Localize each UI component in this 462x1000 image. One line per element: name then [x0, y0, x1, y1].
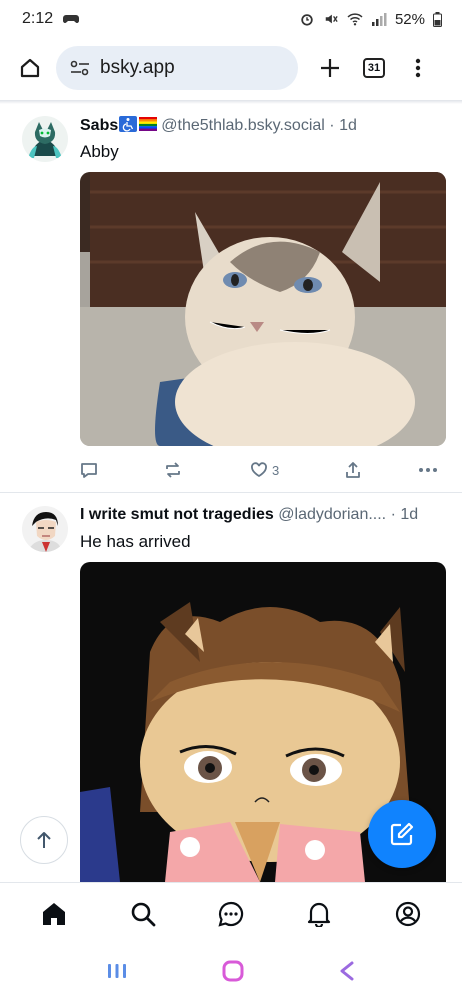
repost-icon: [166, 462, 180, 478]
recent-apps-icon: [108, 963, 127, 978]
share-icon: [346, 462, 360, 478]
post-time[interactable]: · 1d: [391, 506, 419, 523]
nav-chat[interactable]: [206, 889, 256, 939]
back-icon: [340, 961, 354, 980]
browser-toolbar: bsky.app 31: [0, 40, 462, 96]
nav-notifications[interactable]: [294, 889, 344, 939]
system-navigation: [0, 946, 462, 1000]
bell-icon: [308, 902, 331, 927]
reply-button[interactable]: [80, 458, 98, 482]
chat-icon: [218, 901, 244, 927]
scroll-to-top-button[interactable]: [20, 816, 68, 864]
cat-photo: [80, 172, 446, 446]
post-text: Abby: [80, 142, 119, 161]
display-name[interactable]: I write smut not tragedies: [80, 506, 274, 523]
status-left: 2:12: [22, 10, 80, 28]
kebab-menu-icon: [415, 58, 421, 78]
avatar-image: [22, 506, 68, 552]
address-bar[interactable]: bsky.app: [56, 46, 298, 90]
pride-flag-emoji-icon: [139, 117, 158, 131]
like-count: 3: [272, 462, 280, 478]
alarm-icon: [301, 14, 313, 26]
like-button[interactable]: 3: [250, 458, 279, 482]
toolbar-divider: [0, 100, 462, 104]
more-icon: [419, 468, 437, 472]
recent-apps-button[interactable]: [107, 961, 127, 986]
game-controller-icon: [63, 15, 80, 23]
compose-post-button[interactable]: [368, 800, 436, 868]
home-icon: [43, 902, 66, 925]
arrow-up-icon: [37, 832, 51, 848]
battery-icon: [433, 11, 442, 27]
nav-profile[interactable]: [383, 889, 433, 939]
profile-icon: [395, 901, 420, 926]
plus-icon: [321, 59, 339, 77]
accessibility-emoji-icon: [119, 116, 138, 132]
feed-post[interactable]: Sabs @the5thlab.bsky.social · 1d Abby 3: [0, 106, 462, 492]
repost-button[interactable]: [164, 458, 182, 482]
home-button[interactable]: [10, 48, 50, 88]
avatar[interactable]: [22, 506, 68, 552]
post-actions: 3: [80, 458, 446, 482]
post-header: Sabs @the5thlab.bsky.social · 1d: [80, 116, 448, 135]
new-tab-button[interactable]: [308, 46, 352, 90]
post-header: I write smut not tragedies @ladydorian..…: [80, 506, 448, 524]
browser-home-icon: [20, 58, 40, 78]
browser-menu-button[interactable]: [396, 46, 440, 90]
system-home-icon: [222, 960, 244, 981]
signal-icon: [371, 13, 387, 26]
like-icon: [251, 462, 267, 478]
wifi-icon: [347, 13, 363, 26]
status-right: 52%: [299, 11, 442, 28]
avatar[interactable]: [22, 116, 68, 162]
back-button[interactable]: [339, 961, 355, 986]
post-separator: [0, 492, 462, 493]
nav-home[interactable]: [29, 889, 79, 939]
mute-icon: [325, 14, 338, 24]
avatar-image: [22, 116, 68, 162]
tab-switcher-button[interactable]: 31: [352, 46, 396, 90]
handle[interactable]: @the5thlab.bsky.social: [161, 117, 325, 134]
more-options-button[interactable]: [418, 458, 438, 482]
battery-level: 52%: [394, 10, 425, 28]
url-text: bsky.app: [100, 57, 175, 78]
compose-icon: [390, 822, 414, 846]
site-settings-icon[interactable]: [70, 60, 90, 76]
nav-search[interactable]: [118, 889, 168, 939]
handle[interactable]: @ladydorian....: [278, 506, 386, 523]
reply-icon: [81, 463, 97, 478]
share-button[interactable]: [344, 458, 362, 482]
tab-count: 31: [363, 58, 385, 78]
status-time: 2:12: [22, 10, 54, 27]
post-image-cat[interactable]: [80, 172, 446, 446]
bottom-nav: [0, 882, 462, 944]
display-name[interactable]: Sabs: [80, 117, 118, 134]
system-home-button[interactable]: [222, 960, 244, 987]
post-text: He has arrived: [80, 532, 191, 551]
post-time[interactable]: · 1d: [329, 117, 357, 134]
search-icon: [131, 902, 155, 926]
status-bar: 2:12 52%: [0, 0, 462, 38]
